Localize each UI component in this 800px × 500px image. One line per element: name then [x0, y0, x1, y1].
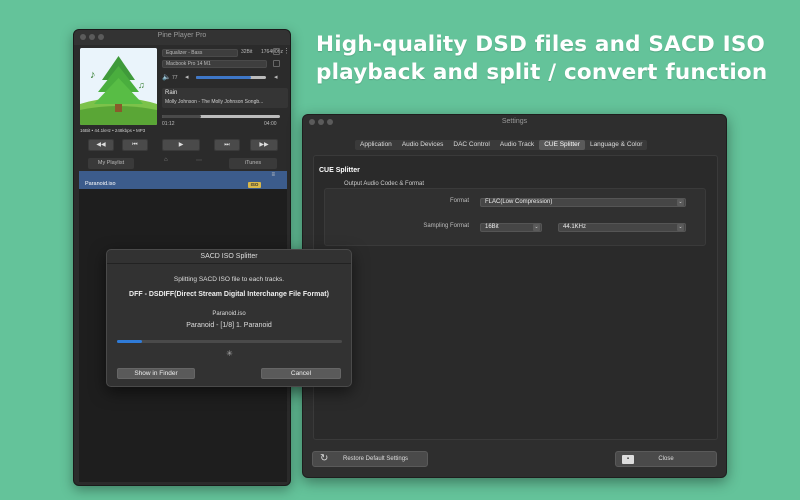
split-progress-bar	[117, 340, 342, 343]
playback-progress-bar[interactable]	[162, 115, 280, 118]
spinner-icon: ✳	[226, 349, 233, 358]
refresh-icon: ↻	[320, 453, 329, 464]
tab-language-color[interactable]: Language & Color	[585, 140, 647, 150]
svg-text:♫: ♫	[138, 80, 145, 90]
sample-rate-readout: 176400hz	[258, 49, 286, 57]
player-titlebar: Pine Player Pro	[74, 30, 290, 45]
device-refresh-icon[interactable]	[273, 60, 280, 67]
settings-titlebar: Settings	[303, 115, 726, 129]
speaker-icon: 🔈	[162, 74, 171, 81]
headline-line-2: playback and split / convert function	[316, 60, 768, 85]
dialog-title: SACD ISO Splitter	[200, 253, 258, 260]
track-artist-album: Molly Johnson - The Molly Johnson Songb.…	[165, 99, 264, 105]
equalizer-value: Equalizer - Bass	[166, 50, 203, 56]
restore-defaults-button[interactable]: ↻ Restore Default Settings	[312, 451, 428, 467]
next-track-button[interactable]: ⏭	[214, 139, 240, 151]
format-info: 16Bit • 44.1kHz • 248kbps • MP3	[80, 128, 146, 133]
volume-down-icon[interactable]: ◂	[185, 73, 189, 81]
rewind-button[interactable]: ◀◀	[88, 139, 114, 151]
volume-value: 77	[172, 75, 178, 81]
chevron-down-icon: ⌄	[677, 199, 684, 206]
section-title: CUE Splitter	[319, 167, 360, 174]
more-options-icon[interactable]: ⋮	[283, 47, 290, 55]
tab-application[interactable]: Application	[355, 140, 397, 150]
sampling-bits-value: 16Bit	[485, 224, 499, 230]
svg-text:♪: ♪	[90, 69, 96, 81]
tab-audio-devices[interactable]: Audio Devices	[397, 140, 449, 150]
codec-format-group: Format FLAC(Low Compression) ⌄ Sampling …	[324, 188, 706, 246]
format-label: Format	[449, 198, 469, 204]
volume-row: 🔈 77 ◂ ◂	[162, 73, 288, 83]
sampling-rate-select[interactable]: 44.1KHz ⌄	[558, 223, 686, 232]
forward-button[interactable]: ▶▶	[250, 139, 278, 151]
menu-icon[interactable]: ≡	[271, 172, 275, 178]
tab-my-playlist[interactable]: My Playlist	[88, 158, 134, 169]
tab-dac-control[interactable]: DAC Control	[448, 140, 494, 150]
dialog-message: Splitting SACD ISO file to each tracks.	[173, 276, 285, 283]
tree-artwork-icon: ♪ ♫	[80, 48, 157, 125]
dialog-file-name: Paranoid.iso	[212, 311, 246, 317]
settings-toggle-icon[interactable]	[273, 48, 280, 55]
volume-up-icon[interactable]: ◂	[274, 73, 278, 81]
home-icon[interactable]: ⌂	[164, 157, 168, 163]
iso-badge: ISO	[248, 182, 261, 188]
chevron-down-icon: ⌄	[677, 224, 684, 231]
output-device-select[interactable]: Macbook Pro 14 M1	[162, 60, 267, 68]
dialog-current-track: Paranoid - [1/8] 1. Paranoid	[186, 322, 272, 329]
tab-itunes[interactable]: iTunes	[229, 158, 277, 169]
settings-title: Settings	[501, 118, 528, 125]
playlist-item[interactable]: ≡ Paranoid.iso ISO	[79, 171, 287, 189]
close-label: Close	[658, 456, 674, 462]
tab-cue-splitter[interactable]: CUE Splitter	[539, 140, 585, 150]
format-select[interactable]: FLAC(Low Compression) ⌄	[480, 198, 686, 207]
sampling-label: Sampling Format	[423, 223, 469, 229]
time-elapsed: 01:12	[162, 121, 175, 127]
promo-headline: High-quality DSD files and SACD ISO play…	[316, 31, 786, 87]
settings-window: Settings Application Audio Devices DAC C…	[302, 114, 727, 478]
equalizer-select[interactable]: Equalizer - Bass	[162, 49, 238, 57]
previous-track-button[interactable]: ⏮	[122, 139, 148, 151]
group-label: Output Audio Codec & Format	[344, 181, 425, 187]
bit-depth-value: 32Bit	[241, 49, 253, 55]
settings-tabs: Application Audio Devices DAC Control Au…	[355, 140, 648, 150]
playlist-item-name: Paranoid.iso	[85, 181, 116, 187]
cancel-button[interactable]: Cancel	[261, 368, 341, 379]
headline-line-1: High-quality DSD files and SACD ISO	[316, 32, 766, 57]
output-device-value: Macbook Pro 14 M1	[166, 61, 211, 67]
tab-audio-track[interactable]: Audio Track	[495, 140, 539, 150]
close-button[interactable]: ▪ Close	[615, 451, 717, 467]
bit-depth-readout: 32Bit	[238, 49, 260, 57]
play-button[interactable]: ▶	[162, 139, 200, 151]
restore-defaults-label: Restore Default Settings	[343, 456, 409, 462]
dots-icon[interactable]: ⋯	[196, 157, 202, 164]
time-total: 04:00	[264, 121, 277, 127]
sampling-bits-select[interactable]: 16Bit ⌄	[480, 223, 542, 232]
volume-slider[interactable]	[196, 76, 266, 79]
dialog-format-line: DFF - DSDIFF(Direct Stream Digital Inter…	[129, 291, 329, 298]
chevron-down-icon: ⌄	[533, 224, 540, 231]
format-value: FLAC(Low Compression)	[485, 199, 553, 205]
show-in-finder-button[interactable]: Show in Finder	[117, 368, 195, 379]
sampling-rate-value: 44.1KHz	[563, 224, 587, 230]
track-title: Rain	[165, 90, 178, 96]
album-art: ♪ ♫	[80, 48, 157, 125]
sacd-splitter-dialog: SACD ISO Splitter Splitting SACD ISO fil…	[106, 249, 352, 387]
player-title: Pine Player Pro	[157, 32, 207, 39]
now-playing: Rain Molly Johnson - The Molly Johnson S…	[162, 88, 288, 108]
